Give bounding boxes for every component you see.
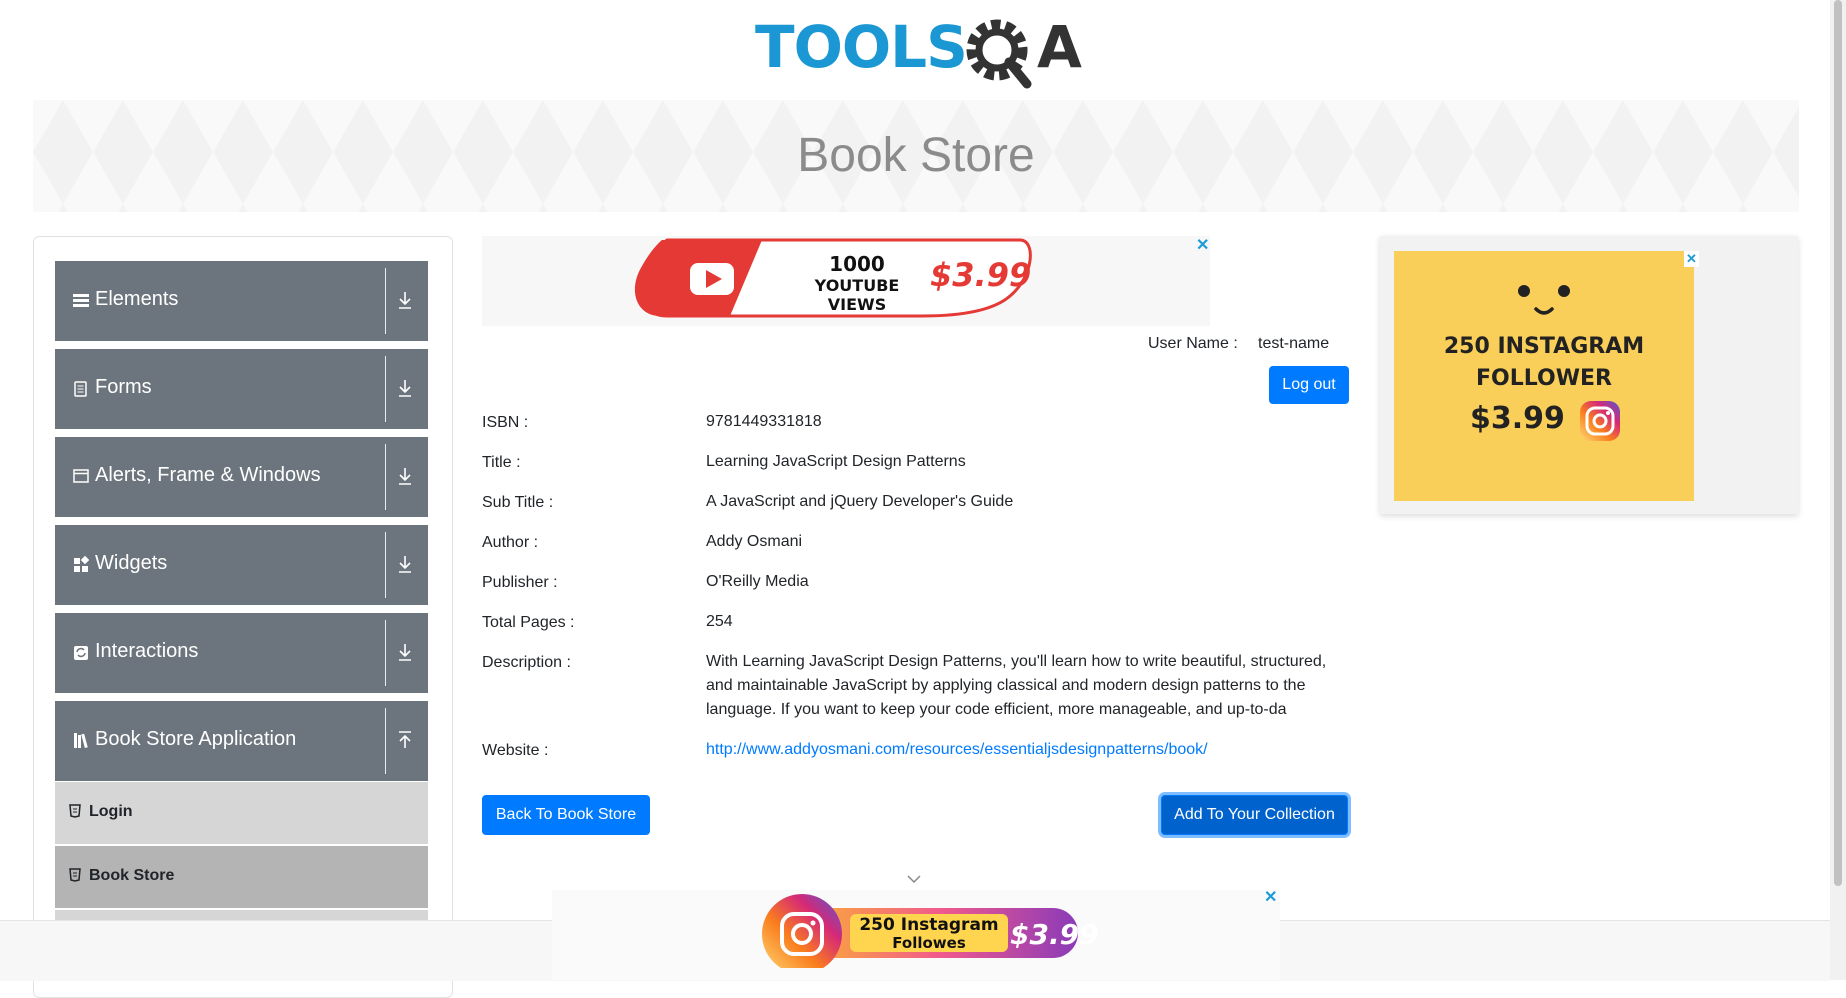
ad-line: 250 Instagram <box>859 915 999 935</box>
html5-icon <box>69 804 81 818</box>
top-advertisement[interactable]: 1000 YOUTUBE VIEWS $3.99 ✕ <box>482 236 1210 326</box>
author-value: Addy Osmani <box>706 533 803 550</box>
sidebar-group-alerts[interactable]: Alerts, Frame & Windows <box>55 437 428 517</box>
ad-close-icon[interactable]: ✕ <box>1196 238 1209 254</box>
sidebar-group-elements[interactable]: Elements <box>55 261 428 341</box>
sidebar-group-label: Alerts, Frame & Windows <box>95 464 321 486</box>
ad-line: 250 INSTAGRAM <box>1443 334 1645 359</box>
total-pages-label: Total Pages : <box>482 614 575 631</box>
ad-price: $3.99 <box>1010 918 1099 951</box>
sidebar-item-book-store[interactable]: Book Store <box>55 846 428 908</box>
instagram-icon <box>1580 401 1620 441</box>
ad-close-icon[interactable]: ✕ <box>1264 890 1277 906</box>
description-value: With Learning JavaScript Design Patterns… <box>706 653 1327 718</box>
download-arrow-icon[interactable] <box>397 553 413 575</box>
page-title: Book Store <box>797 129 1035 182</box>
publisher-label: Publisher : <box>482 574 558 591</box>
website-link[interactable]: http://www.addyosmani.com/resources/esse… <box>706 741 1208 758</box>
download-arrow-icon[interactable] <box>397 377 413 399</box>
toolsqa-logo[interactable]: TOOLS A <box>755 13 1082 90</box>
ad-line: Followes <box>892 934 966 952</box>
ad-text-block: 250 Instagram Followes <box>854 916 1004 952</box>
instagram-ad-card: 250 INSTAGRAM FOLLOWER $3.99 <box>1394 251 1694 501</box>
subtitle-value: A JavaScript and jQuery Developer's Guid… <box>706 493 1014 510</box>
description-label: Description : <box>482 654 571 671</box>
username-label: User Name : <box>1148 335 1238 352</box>
ad-line: FOLLOWER <box>1476 366 1612 391</box>
sidebar-group-label: Widgets <box>95 552 168 574</box>
author-label: Author : <box>482 534 539 551</box>
back-to-book-store-button[interactable]: Back To Book Store <box>482 795 650 835</box>
left-sidebar: Elements Forms Alerts, Frame & Windows W… <box>33 236 453 998</box>
divider <box>385 532 386 598</box>
chevron-down-icon[interactable] <box>906 874 922 884</box>
ad-price: $3.99 <box>1470 401 1565 436</box>
widgets-icon <box>73 554 90 574</box>
add-to-collection-button[interactable]: Add To Your Collection <box>1161 795 1348 835</box>
sidebar-group-label: Forms <box>95 376 152 398</box>
page-banner: Book Store <box>33 100 1799 212</box>
sidebar-item-label: Login <box>89 803 133 820</box>
right-advertisement[interactable]: 250 INSTAGRAM FOLLOWER $3.99 ✕ <box>1380 236 1798 514</box>
total-pages-value: 254 <box>706 613 733 630</box>
download-arrow-icon[interactable] <box>397 641 413 663</box>
bottom-advertisement[interactable]: 250 Instagram Followes $3.99 ✕ <box>552 890 1280 980</box>
menu-icon <box>73 290 89 310</box>
sidebar-item-label: Book Store <box>89 867 175 884</box>
logo-gear-q-icon <box>966 19 1032 89</box>
ad-text-block: 1000 YOUTUBE VIEWS <box>802 252 912 314</box>
window-icon <box>73 466 89 486</box>
divider <box>385 268 386 334</box>
logo-text-end: A <box>1037 13 1082 81</box>
isbn-value: 9781449331818 <box>706 413 822 430</box>
books-icon <box>73 730 89 750</box>
divider <box>385 356 386 422</box>
download-arrow-icon[interactable] <box>397 289 413 311</box>
document-icon <box>73 378 89 398</box>
logo-text: TOOLS <box>755 13 968 81</box>
html5-icon <box>69 868 81 882</box>
logout-button[interactable]: Log out <box>1269 366 1349 404</box>
sidebar-group-label: Elements <box>95 288 179 310</box>
divider <box>385 708 386 774</box>
sidebar-group-label: Book Store Application <box>95 728 297 750</box>
sidebar-group-forms[interactable]: Forms <box>55 349 428 429</box>
ad-price: $3.99 <box>930 256 1032 294</box>
sidebar-group-widgets[interactable]: Widgets <box>55 525 428 605</box>
upload-arrow-icon[interactable] <box>397 729 413 751</box>
publisher-value: O'Reilly Media <box>706 573 809 590</box>
divider <box>385 620 386 686</box>
title-label: Title : <box>482 454 521 471</box>
subtitle-label: Sub Title : <box>482 494 554 511</box>
website-label: Website : <box>482 742 549 759</box>
ad-text-block: 250 INSTAGRAM FOLLOWER <box>1394 331 1694 395</box>
sidebar-item-login[interactable]: Login <box>55 782 428 844</box>
scrollbar-thumb[interactable] <box>1834 0 1842 886</box>
ad-close-icon[interactable]: ✕ <box>1684 251 1699 267</box>
ad-line: 1000 <box>829 252 885 276</box>
sidebar-group-interactions[interactable]: Interactions <box>55 613 428 693</box>
sidebar-group-label: Interactions <box>95 640 199 662</box>
smiley-face-icon <box>1518 285 1570 315</box>
isbn-label: ISBN : <box>482 414 529 431</box>
ad-line: YOUTUBE VIEWS <box>814 276 900 314</box>
title-value: Learning JavaScript Design Patterns <box>706 453 966 470</box>
username-value: test-name <box>1258 335 1330 352</box>
sidebar-group-book-store-application[interactable]: Book Store Application <box>55 701 428 781</box>
interactions-icon <box>73 642 89 662</box>
download-arrow-icon[interactable] <box>397 465 413 487</box>
divider <box>385 444 386 510</box>
website-value: http://www.addyosmani.com/resources/esse… <box>706 738 1346 762</box>
